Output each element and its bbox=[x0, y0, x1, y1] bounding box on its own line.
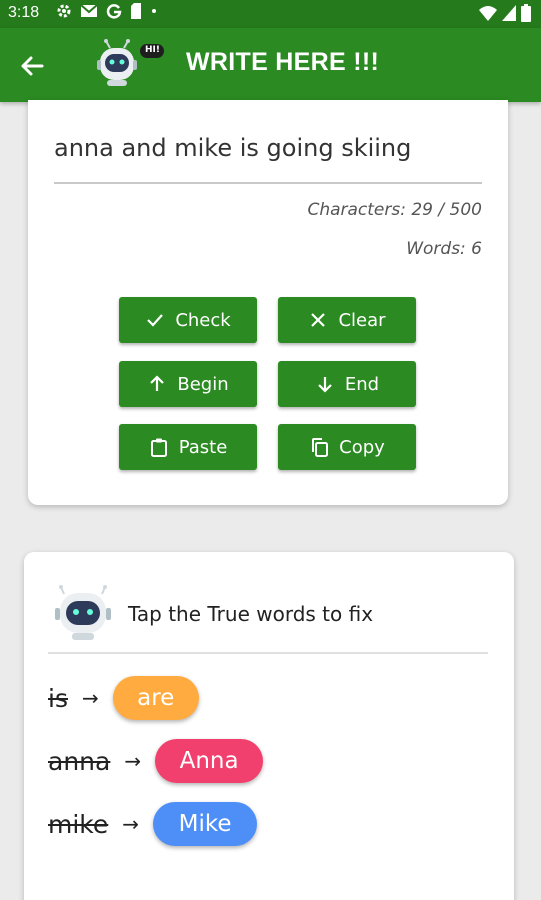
fix-row: is → are bbox=[48, 675, 199, 721]
character-count: Characters: 29 / 500 bbox=[307, 200, 482, 220]
dot-icon bbox=[152, 9, 156, 13]
arrow-right-icon: → bbox=[81, 686, 99, 710]
hi-badge-text: HI! bbox=[145, 45, 160, 55]
app-title: WRITE HERE !!! bbox=[186, 48, 380, 76]
close-icon bbox=[311, 313, 326, 327]
editor-card: anna and mike is going skiing Characters… bbox=[28, 100, 508, 505]
sim-icon bbox=[131, 3, 141, 19]
divider bbox=[48, 652, 488, 654]
suggestions-card: Tap the True words to fix is → are anna … bbox=[24, 552, 514, 900]
check-button[interactable]: Check bbox=[119, 297, 257, 343]
mail-icon bbox=[80, 4, 98, 17]
wrong-word: mike bbox=[48, 809, 109, 839]
arrow-up-icon bbox=[150, 375, 165, 391]
wifi-icon bbox=[479, 6, 497, 21]
suggestion-pill[interactable]: Anna bbox=[155, 739, 264, 783]
robot-icon bbox=[55, 585, 111, 640]
signal-icon bbox=[502, 5, 516, 21]
begin-button[interactable]: Begin bbox=[119, 361, 257, 407]
wrong-word: is bbox=[48, 683, 68, 713]
begin-button-label: Begin bbox=[177, 373, 229, 395]
suggestion-pill[interactable]: are bbox=[112, 676, 199, 720]
check-icon bbox=[147, 314, 164, 327]
copy-button-label: Copy bbox=[339, 436, 385, 458]
status-left-icons bbox=[56, 3, 158, 19]
clipboard-icon bbox=[150, 438, 167, 457]
robot-logo: HI! bbox=[94, 38, 168, 94]
end-button-label: End bbox=[344, 373, 380, 395]
status-bar: 3:18 bbox=[0, 0, 541, 28]
gear-icon bbox=[57, 4, 71, 18]
text-input[interactable]: anna and mike is going skiing bbox=[54, 134, 411, 162]
arrow-right-icon: → bbox=[124, 749, 142, 773]
paste-button-label: Paste bbox=[178, 436, 228, 458]
robot-avatar bbox=[54, 584, 112, 642]
google-icon bbox=[106, 4, 122, 19]
arrow-back-icon bbox=[21, 56, 44, 76]
app-bar: HI! WRITE HERE !!! bbox=[0, 28, 541, 102]
fix-row: mike → Mike bbox=[48, 801, 258, 847]
status-right-icons bbox=[479, 4, 531, 22]
battery-icon bbox=[521, 4, 531, 22]
arrow-right-icon: → bbox=[122, 812, 140, 836]
fix-row: anna → Anna bbox=[48, 738, 264, 784]
suggestion-pill[interactable]: Mike bbox=[153, 802, 258, 846]
back-button[interactable] bbox=[14, 48, 50, 84]
arrow-down-icon bbox=[318, 377, 332, 393]
copy-icon bbox=[312, 438, 329, 457]
clear-button-label: Clear bbox=[338, 309, 386, 331]
input-underline bbox=[54, 182, 482, 184]
clear-button[interactable]: Clear bbox=[278, 297, 416, 343]
copy-button[interactable]: Copy bbox=[278, 424, 416, 470]
check-button-label: Check bbox=[175, 309, 231, 331]
end-button[interactable]: End bbox=[278, 361, 416, 407]
status-time: 3:18 bbox=[8, 4, 40, 21]
hint-text: Tap the True words to fix bbox=[128, 602, 374, 626]
wrong-word: anna bbox=[48, 746, 111, 776]
paste-button[interactable]: Paste bbox=[119, 424, 257, 470]
word-count: Words: 6 bbox=[406, 239, 482, 259]
